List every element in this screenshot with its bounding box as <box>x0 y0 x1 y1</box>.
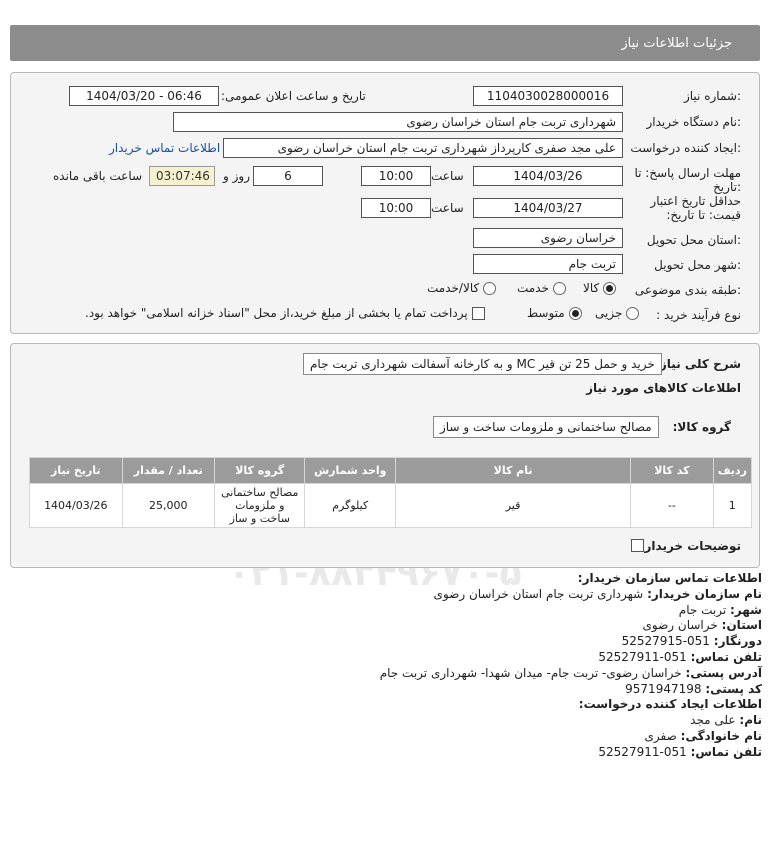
postal-label: کد پستی: <box>705 681 762 696</box>
days-field: 6 <box>253 166 323 186</box>
fax-value: 051-52527915 <box>621 634 710 649</box>
cell-row: 1 <box>712 483 753 528</box>
col-group: گروه کالا <box>214 457 306 484</box>
process-option-medium[interactable]: متوسط <box>527 306 582 320</box>
cell-code: -- <box>630 483 714 528</box>
process-option-minor[interactable]: جزیی <box>595 306 640 320</box>
contact-province-label: استان: <box>721 618 762 633</box>
contact-city-value: تربت جام <box>678 602 727 617</box>
process-option-medium-label: متوسط <box>527 306 565 320</box>
validity-time-field: 10:00 <box>361 198 431 218</box>
announce-label: تاریخ و ساعت اعلان عمومی: <box>221 89 366 103</box>
contact-info: اطلاعات تماس سازمان خریدار: نام سازمان خ… <box>12 571 762 761</box>
phone-value: 051-52527911 <box>598 649 687 664</box>
address-label: آدرس پستی: <box>685 665 762 680</box>
validity-label-line2: قیمت: تا تاریخ: <box>666 208 741 222</box>
days-label: روز و <box>223 169 250 183</box>
need-number-label: شماره نیاز: <box>683 89 741 103</box>
page-title: جزئیات اطلاعات نیاز <box>621 35 732 51</box>
address-value: خراسان رضوی- تربت جام- میدان شهدا- شهردا… <box>379 665 682 680</box>
radio-both-icon[interactable] <box>483 282 497 295</box>
category-option-service[interactable]: خدمت <box>517 281 566 295</box>
cell-unit: کیلوگرم <box>304 483 396 528</box>
description-field: خرید و حمل 25 تن قیر MC و به کارخانه آسف… <box>303 353 662 375</box>
cell-group: مصالح ساختمانی و ملزومات ساخت و ساز <box>214 483 306 528</box>
col-name: نام کالا <box>394 457 632 484</box>
col-quantity: تعداد / مقدار <box>121 457 216 484</box>
need-number-field: 1104030028000016 <box>473 86 623 106</box>
creator-family-label: نام خانوادگی: <box>680 728 762 743</box>
buyer-notes-checkbox[interactable] <box>631 539 644 552</box>
buyer-contact-link[interactable]: اطلاعات تماس خریدار <box>109 141 220 155</box>
category-option-both[interactable]: کالا/خدمت <box>427 281 497 295</box>
contact-city-label: شهر: <box>730 602 762 617</box>
city-label: شهر محل تحویل: <box>654 258 741 272</box>
validity-label-line1: حداقل تاریخ اعتبار <box>650 194 741 208</box>
radio-service-icon[interactable] <box>552 282 566 295</box>
process-label: نوع فرآیند خرید : <box>656 308 741 322</box>
creator-name-label: نام: <box>739 713 762 728</box>
col-code: کد کالا <box>630 457 714 484</box>
creator-phone-label: تلفن تماس: <box>690 744 762 759</box>
goods-info-heading: اطلاعات کالاهای مورد نیاز <box>586 381 741 395</box>
province-label: استان محل تحویل: <box>646 233 741 247</box>
contact-province-value: خراسان رضوی <box>642 618 718 633</box>
org-label: نام سازمان خریدار: <box>647 586 762 601</box>
treasury-checkbox[interactable] <box>471 307 485 320</box>
description-label: شرح کلی نیاز: <box>655 357 741 371</box>
goods-group-label: گروه کالا: <box>672 420 731 434</box>
creator-field: علی مجد صفری کارپرداز شهرداری تربت جام ا… <box>223 138 623 158</box>
need-info-panel: شماره نیاز: 1104030028000016 تاریخ و ساع… <box>10 72 760 334</box>
deadline-time-label: ساعت <box>431 169 464 183</box>
creator-phone-value: 051-52527911 <box>598 744 687 759</box>
category-option-goods-label: کالا <box>583 281 600 295</box>
validity-date-field: 1404/03/27 <box>473 198 623 218</box>
col-date: تاریخ نیاز <box>29 457 123 484</box>
category-option-goods[interactable]: کالا <box>583 281 617 295</box>
col-row: ردیف <box>712 457 753 484</box>
announce-field: 1404/03/20 - 06:46 <box>69 86 219 106</box>
radio-medium-icon[interactable] <box>568 307 582 320</box>
deadline-date-field: 1404/03/26 <box>473 166 623 186</box>
creator-label: ایجاد کننده درخواست: <box>630 141 741 155</box>
city-field: تربت جام <box>473 254 623 274</box>
category-option-service-label: خدمت <box>517 281 549 295</box>
creator-info-title: اطلاعات ایجاد کننده درخواست: <box>578 697 762 712</box>
page-header: جزئیات اطلاعات نیاز <box>10 25 760 61</box>
creator-name-value: علی مجد <box>690 713 736 728</box>
deadline-time-field: 10:00 <box>361 166 431 186</box>
province-field: خراسان رضوی <box>473 228 623 248</box>
radio-goods-icon[interactable] <box>603 282 617 295</box>
treasury-payment-note: پرداخت تمام یا بخشی از مبلغ خرید،از محل … <box>85 306 468 320</box>
org-value: شهرداری تربت جام استان خراسان رضوی <box>433 586 644 601</box>
cell-quantity: 25,000 <box>121 483 216 528</box>
goods-group-field: مصالح ساختمانی و ملزومات ساخت و ساز <box>433 416 659 438</box>
remaining-time-label: ساعت باقی مانده <box>53 169 143 183</box>
deadline-label-line2: تاریخ: <box>713 180 741 194</box>
table-row: 1 -- قیر کیلوگرم مصالح ساختمانی و ملزوما… <box>29 483 753 528</box>
creator-family-value: صفری <box>644 728 677 743</box>
cell-date: 1404/03/26 <box>29 483 123 528</box>
buyer-field: شهرداری تربت جام استان خراسان رضوی <box>173 112 623 132</box>
radio-minor-icon[interactable] <box>626 307 640 320</box>
col-unit: واحد شمارش <box>304 457 396 484</box>
contact-title: اطلاعات تماس سازمان خریدار: <box>577 571 762 585</box>
process-option-minor-label: جزیی <box>595 306 623 320</box>
category-option-both-label: کالا/خدمت <box>427 281 480 295</box>
buyer-label: نام دستگاه خریدار: <box>646 115 742 129</box>
fax-label: دورنگار: <box>713 634 762 649</box>
treasury-payment-option[interactable]: پرداخت تمام یا بخشی از مبلغ خرید،از محل … <box>85 306 485 320</box>
goods-table-header-row: ردیف کد کالا نام کالا واحد شمارش گروه کا… <box>29 457 753 484</box>
remaining-time-field: 03:07:46 <box>149 166 215 186</box>
postal-value: 9571947198 <box>625 681 702 696</box>
phone-label: تلفن تماس: <box>690 649 762 664</box>
deadline-label-line1: مهلت ارسال پاسخ: تا <box>634 166 741 180</box>
category-label: طبقه بندی موضوعی: <box>634 283 741 297</box>
validity-time-label: ساعت <box>431 201 464 215</box>
goods-table: ردیف کد کالا نام کالا واحد شمارش گروه کا… <box>29 457 753 528</box>
need-summary-panel: شرح کلی نیاز: خرید و حمل 25 تن قیر MC و … <box>10 343 760 568</box>
buyer-notes-label: توضیحات خریدار: <box>639 539 741 553</box>
cell-name: قیر <box>394 483 632 528</box>
